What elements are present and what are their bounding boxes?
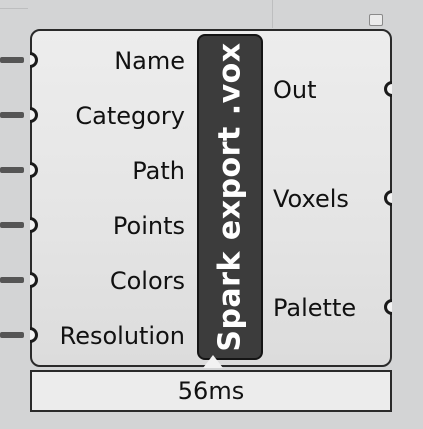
profiler-timing: 56ms xyxy=(30,370,392,412)
component-tag-icon[interactable] xyxy=(369,14,383,26)
input-grip-resolution[interactable] xyxy=(30,327,38,343)
input-param-category[interactable]: Category xyxy=(75,104,185,128)
output-grip-out[interactable] xyxy=(384,81,392,97)
input-grip-name[interactable] xyxy=(30,52,38,68)
canvas-grid-line xyxy=(0,8,28,9)
input-param-resolution[interactable]: Resolution xyxy=(60,324,185,348)
input-grip-colors[interactable] xyxy=(30,272,38,288)
input-wire-name[interactable] xyxy=(0,57,24,63)
input-wire-category[interactable] xyxy=(0,112,24,118)
input-grip-category[interactable] xyxy=(30,107,38,123)
input-param-points[interactable]: Points xyxy=(113,214,185,238)
output-param-palette[interactable]: Palette xyxy=(273,296,356,320)
input-param-name[interactable]: Name xyxy=(114,49,185,73)
canvas-grid-line xyxy=(272,0,273,28)
input-grip-path[interactable] xyxy=(30,162,38,178)
input-wire-points[interactable] xyxy=(0,222,24,228)
output-grip-palette[interactable] xyxy=(384,299,392,315)
output-param-out[interactable]: Out xyxy=(273,78,317,102)
input-param-path[interactable]: Path xyxy=(132,159,185,183)
component-nickname: Spark export .vox xyxy=(212,42,248,352)
output-param-voxels[interactable]: Voxels xyxy=(273,187,349,211)
input-grip-points[interactable] xyxy=(30,217,38,233)
input-wire-path[interactable] xyxy=(0,167,24,173)
input-wire-colors[interactable] xyxy=(0,277,24,283)
input-param-colors[interactable]: Colors xyxy=(110,269,185,293)
output-grip-voxels[interactable] xyxy=(384,190,392,206)
name-bar-notch xyxy=(203,355,223,368)
input-wire-resolution[interactable] xyxy=(0,332,24,338)
